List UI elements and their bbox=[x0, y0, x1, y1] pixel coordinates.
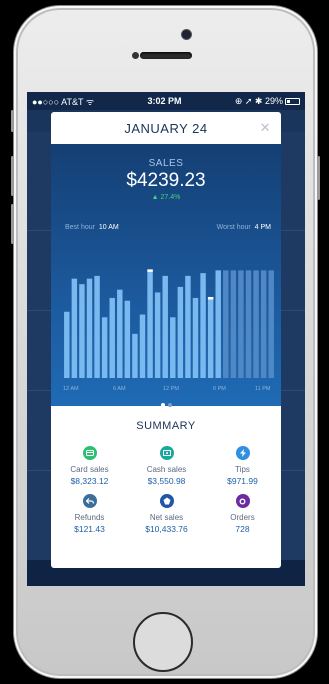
summary-value: $121.43 bbox=[74, 524, 105, 534]
sales-value: $4239.23 bbox=[126, 170, 206, 191]
worst-hour-label: Worst hour bbox=[216, 224, 251, 231]
day-summary-modal: JANUARY 24 ✕ SALES $4239.23 ▲ 27.4% Best… bbox=[51, 112, 281, 568]
sales-label: SALES bbox=[148, 158, 184, 169]
best-hour-label: Best hour bbox=[65, 224, 95, 231]
refund-icon bbox=[82, 494, 97, 508]
chart-bar[interactable] bbox=[154, 292, 161, 378]
cash-icon bbox=[159, 446, 174, 460]
chart-bar[interactable] bbox=[139, 314, 146, 378]
volume-up-button bbox=[11, 156, 14, 196]
status-bar: ●●○○○ AT&T ᯤ 3:02 PM ⊕ ➚ ✱ 29% bbox=[27, 92, 305, 110]
chart-bar[interactable] bbox=[200, 273, 206, 378]
orders-icon bbox=[235, 494, 250, 508]
hourly-sales-bar-chart[interactable] bbox=[63, 240, 275, 388]
x-tick-label: 6 AM bbox=[113, 386, 126, 392]
summary-value: $8,323.12 bbox=[70, 476, 109, 486]
proximity-sensor bbox=[132, 52, 139, 59]
chart-bar[interactable] bbox=[245, 270, 252, 378]
summary-value: 728 bbox=[235, 524, 250, 534]
chart-bar[interactable] bbox=[268, 270, 274, 378]
chart-bar[interactable] bbox=[79, 284, 85, 378]
sales-chart-panel[interactable]: SALES $4239.23 ▲ 27.4% Best hour 10 AM W… bbox=[51, 144, 281, 407]
front-camera bbox=[182, 30, 191, 39]
modal-title: JANUARY 24 bbox=[124, 120, 208, 136]
x-tick-label: 6 PM bbox=[213, 386, 226, 392]
chart-bar[interactable] bbox=[215, 270, 221, 378]
chart-bar[interactable] bbox=[94, 275, 100, 378]
summary-value: $10,433.76 bbox=[145, 524, 188, 534]
chart-bar[interactable] bbox=[207, 297, 214, 378]
battery-icon bbox=[284, 97, 300, 105]
chart-bar[interactable] bbox=[238, 270, 244, 378]
summary-value: $3,550.98 bbox=[147, 476, 186, 486]
chart-bar[interactable] bbox=[147, 270, 153, 378]
power-button bbox=[317, 156, 320, 200]
card-icon bbox=[82, 446, 97, 460]
close-icon[interactable]: ✕ bbox=[260, 120, 271, 136]
chart-bar[interactable] bbox=[177, 286, 184, 378]
summary-cash-sales[interactable]: Cash sales $3,550.98 bbox=[128, 446, 205, 486]
chart-bar[interactable] bbox=[162, 275, 168, 378]
chart-bar[interactable] bbox=[132, 333, 138, 378]
battery-percentage: ⊕ ➚ ✱ 29% bbox=[234, 95, 283, 106]
chart-bar[interactable] bbox=[101, 317, 108, 378]
chart-bar[interactable] bbox=[260, 270, 267, 378]
tag-icon bbox=[159, 494, 174, 508]
screen: ●●○○○ AT&T ᯤ 3:02 PM ⊕ ➚ ✱ 29% JANUARY 2… bbox=[27, 92, 305, 586]
chart-marker bbox=[147, 269, 153, 272]
best-hour-value: 10 AM bbox=[98, 224, 119, 231]
lightning-icon bbox=[235, 446, 250, 460]
earpiece-speaker bbox=[140, 52, 192, 59]
summary-label: Card sales bbox=[70, 465, 109, 474]
summary-label: Orders bbox=[230, 513, 255, 522]
summary-refunds[interactable]: Refunds $121.43 bbox=[51, 494, 128, 534]
home-button[interactable] bbox=[133, 612, 193, 672]
chart-bar[interactable] bbox=[124, 300, 131, 378]
x-tick-label: 12 AM bbox=[63, 386, 79, 392]
chart-bar[interactable] bbox=[86, 278, 93, 378]
chart-bar[interactable] bbox=[192, 297, 199, 378]
worst-hour-value: 4 PM bbox=[254, 224, 271, 231]
summary-tips[interactable]: Tips $971.99 bbox=[204, 446, 281, 486]
clock: 3:02 PM bbox=[147, 96, 182, 106]
best-hour: Best hour 10 AM bbox=[65, 224, 119, 231]
chart-bar[interactable] bbox=[109, 297, 115, 378]
summary-label: Refunds bbox=[74, 513, 105, 522]
modal-header: JANUARY 24 ✕ bbox=[51, 112, 281, 144]
chart-bar[interactable] bbox=[223, 270, 229, 378]
summary-section: SUMMARY Card sales $8,323.12 Cash sales … bbox=[51, 406, 281, 534]
chart-bar[interactable] bbox=[185, 275, 191, 378]
summary-orders[interactable]: Orders 728 bbox=[204, 494, 281, 534]
worst-hour: Worst hour 4 PM bbox=[217, 224, 271, 231]
carrier-signal: ●●○○○ AT&T ᯤ bbox=[32, 96, 95, 107]
summary-label: Tips bbox=[235, 465, 250, 474]
chart-bar[interactable] bbox=[117, 289, 123, 378]
summary-label: Net sales bbox=[149, 513, 184, 522]
chart-bar[interactable] bbox=[253, 270, 259, 378]
mute-switch bbox=[11, 110, 14, 132]
status-right: ⊕ ➚ ✱ 29% bbox=[235, 96, 300, 107]
summary-title: SUMMARY bbox=[136, 420, 196, 432]
sales-change: ▲ 27.4% bbox=[151, 194, 181, 201]
summary-value: $971.99 bbox=[227, 476, 258, 486]
chart-bar[interactable] bbox=[64, 311, 70, 378]
x-tick-label: 12 PM bbox=[163, 386, 179, 392]
chart-bar[interactable] bbox=[170, 317, 176, 378]
summary-net-sales[interactable]: Net sales $10,433.76 bbox=[128, 494, 205, 534]
chart-bar[interactable] bbox=[71, 278, 78, 378]
x-tick-label: 11 PM bbox=[255, 386, 271, 392]
volume-down-button bbox=[11, 204, 14, 244]
chart-bar[interactable] bbox=[230, 270, 237, 378]
summary-card-sales[interactable]: Card sales $8,323.12 bbox=[51, 446, 128, 486]
chart-marker bbox=[207, 296, 214, 300]
summary-label: Cash sales bbox=[146, 465, 187, 474]
